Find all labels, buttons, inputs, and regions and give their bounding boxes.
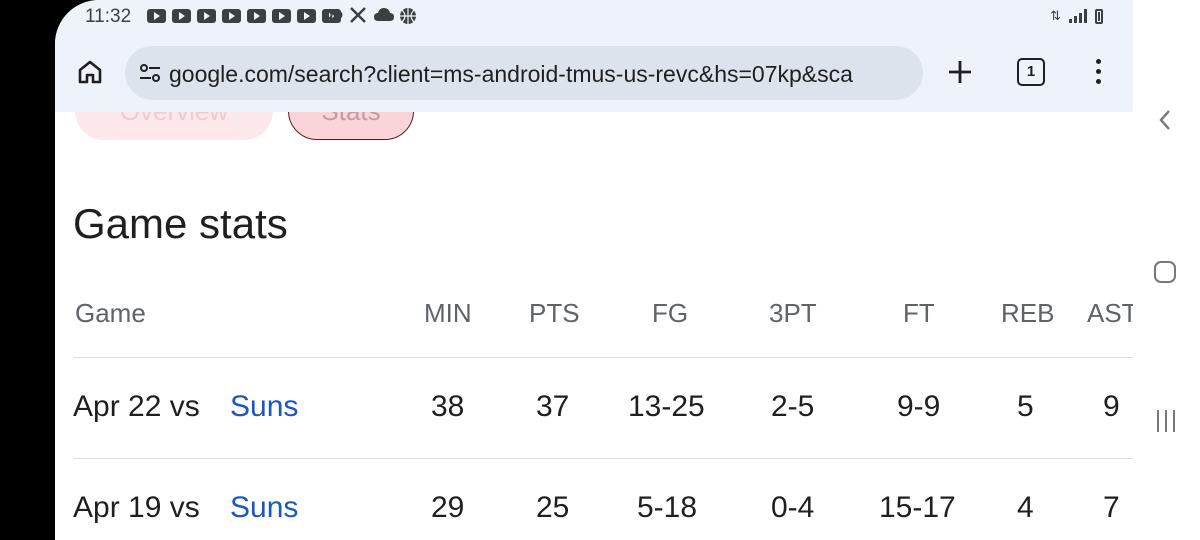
row-date: Apr 22 vs [73,390,200,423]
cell-min: 29 [431,491,465,524]
youtube-icon [297,9,316,23]
section-title: Game stats [73,200,288,247]
phone-screen: 11:32 ⇅ google.com/search?client=ms-andr… [55,0,1133,540]
tab-stats[interactable]: Stats [288,112,414,140]
site-settings-icon[interactable] [137,60,163,86]
new-tab-button[interactable] [943,55,977,89]
divider [73,357,1133,358]
cell-3pt: 0-4 [771,491,815,524]
youtube-icon [197,9,216,23]
youtube-icon [272,9,291,23]
back-button[interactable] [1156,108,1174,132]
divider [73,458,1133,459]
basketball-icon [399,7,417,30]
cell-fg: 13-25 [628,390,705,423]
cell-ft: 9-9 [897,390,941,423]
opponent-link[interactable]: Suns [230,390,298,424]
more-menu-button[interactable] [1085,55,1113,89]
page-content: Overview Stats Game stats Game MIN PTS F… [55,112,1133,540]
home-button[interactable] [73,55,107,89]
header-fg: FG [652,298,689,328]
cell-3pt: 2-5 [771,390,815,423]
system-icons: ⇅ [1050,8,1103,24]
cell-fg: 5-18 [637,491,698,524]
x-icon [349,6,367,29]
system-nav-bar [1133,0,1200,540]
header-pts: PTS [529,298,580,328]
header-ast: AST [1087,298,1133,328]
tab-overview[interactable]: Overview [75,112,273,140]
address-bar[interactable]: google.com/search?client=ms-android-tmus… [125,46,923,100]
status-time: 11:32 [85,6,132,27]
cell-pts: 25 [536,491,570,524]
opponent-link[interactable]: Suns [230,491,298,525]
home-icon [78,60,102,84]
header-reb: REB [1001,298,1055,328]
header-game: Game [75,298,146,328]
tab-switcher-button[interactable]: 1 [1017,58,1045,86]
cloud-icon [373,7,395,28]
plus-icon [949,61,971,83]
url-text[interactable]: google.com/search?client=ms-android-tmus… [169,60,909,88]
youtube-icon [247,9,266,23]
data-arrows-icon: ⇅ [1050,8,1061,23]
cell-ast: 7 [1103,491,1120,524]
cell-reb: 5 [1017,390,1034,423]
row-date: Apr 19 vs [73,491,200,524]
status-bar: 11:32 ⇅ [55,0,1133,34]
home-nav-button[interactable] [1154,261,1176,283]
header-min: MIN [424,298,472,328]
cell-min: 38 [431,390,465,423]
youtube-icon [147,9,166,23]
voicemail-icon [323,4,343,29]
youtube-icon [172,9,191,23]
battery-icon [1095,8,1103,24]
cell-reb: 4 [1017,491,1034,524]
cell-pts: 37 [536,390,570,423]
cell-ft: 15-17 [879,491,956,524]
signal-icon [1069,9,1087,23]
tab-count: 1 [1017,58,1045,86]
recents-button[interactable] [1155,410,1177,432]
header-ft: FT [903,298,935,328]
youtube-icon [222,9,241,23]
browser-toolbar: google.com/search?client=ms-android-tmus… [55,34,1133,113]
header-3pt: 3PT [769,298,817,328]
cell-ast: 9 [1103,390,1120,423]
chevron-left-icon [1159,110,1170,130]
